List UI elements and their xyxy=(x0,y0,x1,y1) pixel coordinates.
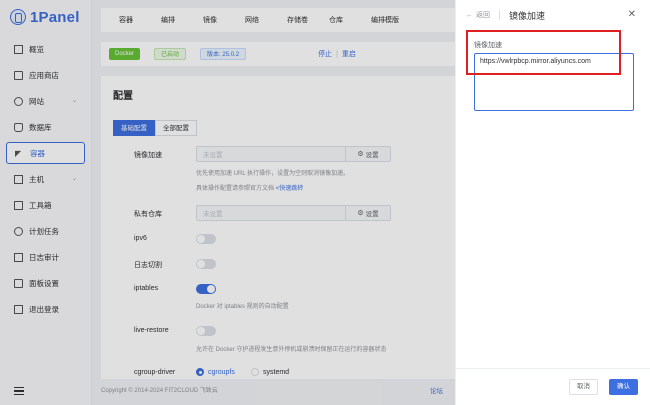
confirm-button[interactable]: 确认 xyxy=(609,379,638,395)
annotation-highlight-box xyxy=(466,30,621,75)
drawer-footer: 取消 确认 xyxy=(456,368,650,405)
drawer-title: 镜像加速 xyxy=(509,10,546,21)
mirror-drawer: ← 返回 镜像加速 ✕ 镜像加速 https://vwlrpbcp.mirror… xyxy=(455,0,650,405)
close-icon[interactable]: ✕ xyxy=(628,9,636,20)
divider xyxy=(499,10,500,20)
back-label: 返回 xyxy=(476,12,490,19)
back-button[interactable]: ← 返回 xyxy=(466,10,490,20)
drawer-header: ← 返回 镜像加速 ✕ xyxy=(456,0,650,30)
cancel-button[interactable]: 取消 xyxy=(569,379,598,395)
overlay-mask[interactable] xyxy=(0,0,455,405)
arrow-left-icon: ← xyxy=(466,11,473,19)
